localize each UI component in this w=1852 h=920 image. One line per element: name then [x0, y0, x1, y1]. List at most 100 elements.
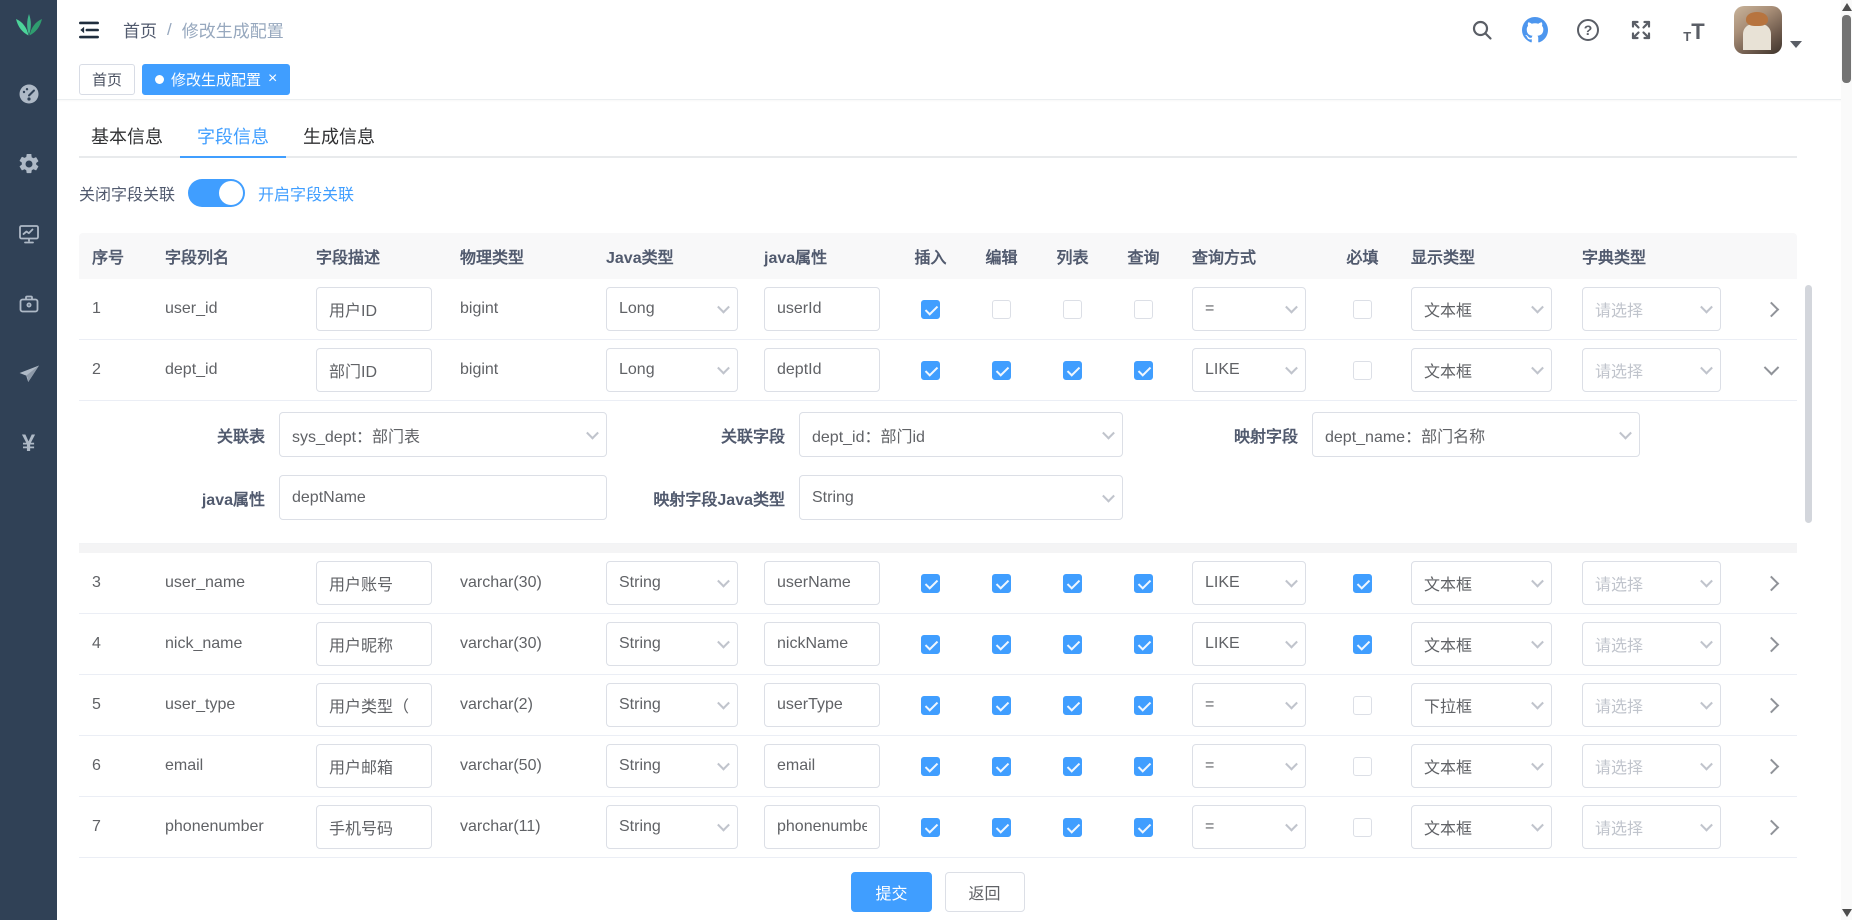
- query-checkbox[interactable]: [1134, 696, 1153, 715]
- query-checkbox[interactable]: [1134, 818, 1153, 837]
- display-type-select[interactable]: 文本框: [1411, 622, 1552, 666]
- insert-checkbox[interactable]: [921, 361, 940, 380]
- edit-checkbox[interactable]: [992, 696, 1011, 715]
- avatar[interactable]: [1734, 6, 1782, 54]
- query-checkbox[interactable]: [1134, 635, 1153, 654]
- sidebar-fold-icon[interactable]: [75, 16, 103, 44]
- column-desc-input[interactable]: [316, 561, 432, 605]
- mapping-field-select[interactable]: dept_name：部门名称: [1312, 412, 1640, 457]
- java-type-select[interactable]: String: [606, 744, 738, 788]
- dict-type-select[interactable]: 请选择: [1582, 622, 1721, 666]
- insert-checkbox[interactable]: [921, 635, 940, 654]
- column-desc-input[interactable]: [316, 622, 432, 666]
- list-checkbox[interactable]: [1063, 696, 1082, 715]
- github-icon[interactable]: [1522, 17, 1548, 43]
- edit-checkbox[interactable]: [992, 574, 1011, 593]
- fullscreen-icon[interactable]: [1628, 17, 1654, 43]
- dict-type-select[interactable]: 请选择: [1582, 744, 1721, 788]
- list-checkbox[interactable]: [1063, 300, 1082, 319]
- query-way-select[interactable]: =: [1192, 683, 1306, 727]
- display-type-select[interactable]: 下拉框: [1411, 683, 1552, 727]
- expand-row-icon[interactable]: [1762, 299, 1782, 319]
- font-size-icon[interactable]: TT: [1681, 17, 1707, 43]
- required-checkbox[interactable]: [1353, 635, 1372, 654]
- list-checkbox[interactable]: [1063, 574, 1082, 593]
- query-checkbox[interactable]: [1134, 300, 1153, 319]
- edit-checkbox[interactable]: [992, 635, 1011, 654]
- column-desc-input[interactable]: [316, 683, 432, 727]
- java-field-input[interactable]: [764, 561, 880, 605]
- help-icon[interactable]: ?: [1575, 17, 1601, 43]
- dashboard-icon[interactable]: [16, 81, 42, 107]
- java-field-input[interactable]: [764, 348, 880, 392]
- java-field-input[interactable]: [764, 683, 880, 727]
- java-type-select[interactable]: String: [606, 561, 738, 605]
- java-field-input[interactable]: [764, 744, 880, 788]
- column-desc-input[interactable]: [316, 348, 432, 392]
- edit-checkbox[interactable]: [992, 818, 1011, 837]
- column-desc-input[interactable]: [316, 744, 432, 788]
- insert-checkbox[interactable]: [921, 818, 940, 837]
- expand-row-icon[interactable]: [1762, 695, 1782, 715]
- list-checkbox[interactable]: [1063, 757, 1082, 776]
- required-checkbox[interactable]: [1353, 574, 1372, 593]
- display-type-select[interactable]: 文本框: [1411, 744, 1552, 788]
- java-field-input[interactable]: [764, 622, 880, 666]
- breadcrumb-home[interactable]: 首页: [123, 17, 157, 42]
- required-checkbox[interactable]: [1353, 818, 1372, 837]
- submit-button[interactable]: 提交: [851, 872, 931, 912]
- query-way-select[interactable]: =: [1192, 805, 1306, 849]
- required-checkbox[interactable]: [1353, 696, 1372, 715]
- display-type-select[interactable]: 文本框: [1411, 805, 1552, 849]
- scrollbar-up-icon[interactable]: [1842, 3, 1852, 11]
- query-checkbox[interactable]: [1134, 757, 1153, 776]
- list-checkbox[interactable]: [1063, 635, 1082, 654]
- display-type-select[interactable]: 文本框: [1411, 287, 1552, 331]
- tab-basic-info[interactable]: 基本信息: [79, 114, 180, 158]
- column-desc-input[interactable]: [316, 805, 432, 849]
- query-way-select[interactable]: =: [1192, 744, 1306, 788]
- java-field-input[interactable]: [764, 287, 880, 331]
- insert-checkbox[interactable]: [921, 574, 940, 593]
- relation-table-select[interactable]: sys_dept：部门表: [279, 412, 607, 457]
- scrollbar-down-icon[interactable]: [1842, 909, 1852, 917]
- paper-plane-icon[interactable]: [16, 361, 42, 387]
- edit-checkbox[interactable]: [992, 757, 1011, 776]
- edit-checkbox[interactable]: [992, 300, 1011, 319]
- query-way-select[interactable]: LIKE: [1192, 622, 1306, 666]
- app-logo[interactable]: [10, 10, 48, 49]
- java-field-input[interactable]: [764, 805, 880, 849]
- insert-checkbox[interactable]: [921, 300, 940, 319]
- query-way-select[interactable]: =: [1192, 287, 1306, 331]
- java-attr-input[interactable]: [279, 475, 607, 520]
- page-scrollbar[interactable]: [1841, 0, 1852, 920]
- expand-row-icon[interactable]: [1762, 360, 1782, 380]
- java-type-select[interactable]: Long: [606, 348, 738, 392]
- tag-current[interactable]: 修改生成配置 ×: [142, 64, 290, 95]
- user-menu[interactable]: [1734, 6, 1802, 54]
- back-button[interactable]: 返回: [945, 872, 1025, 912]
- display-type-select[interactable]: 文本框: [1411, 348, 1552, 392]
- tab-generate-info[interactable]: 生成信息: [286, 114, 392, 158]
- required-checkbox[interactable]: [1353, 361, 1372, 380]
- toolbox-icon[interactable]: [16, 291, 42, 317]
- currency-yen-icon[interactable]: ¥: [16, 431, 42, 457]
- table-scrollbar-thumb[interactable]: [1805, 285, 1812, 523]
- java-type-select[interactable]: String: [606, 683, 738, 727]
- insert-checkbox[interactable]: [921, 696, 940, 715]
- query-way-select[interactable]: LIKE: [1192, 561, 1306, 605]
- mapping-java-type-select[interactable]: String: [799, 475, 1123, 520]
- expand-row-icon[interactable]: [1762, 634, 1782, 654]
- query-checkbox[interactable]: [1134, 574, 1153, 593]
- settings-gear-icon[interactable]: [16, 151, 42, 177]
- java-type-select[interactable]: String: [606, 622, 738, 666]
- expand-row-icon[interactable]: [1762, 573, 1782, 593]
- relation-field-select[interactable]: dept_id：部门id: [799, 412, 1123, 457]
- relation-toggle-switch[interactable]: [188, 179, 245, 207]
- scrollbar-thumb[interactable]: [1842, 15, 1851, 83]
- list-checkbox[interactable]: [1063, 361, 1082, 380]
- query-way-select[interactable]: LIKE: [1192, 348, 1306, 392]
- column-desc-input[interactable]: [316, 287, 432, 331]
- dict-type-select[interactable]: 请选择: [1582, 561, 1721, 605]
- list-checkbox[interactable]: [1063, 818, 1082, 837]
